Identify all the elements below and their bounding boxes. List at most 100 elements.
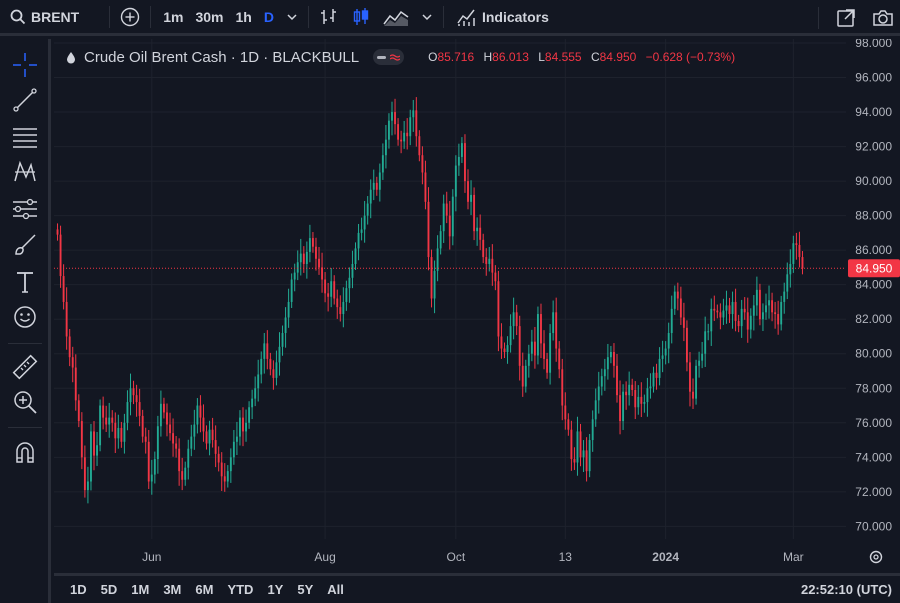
candle-body[interactable] xyxy=(229,457,232,472)
candle-body[interactable] xyxy=(652,372,655,387)
candle-body[interactable] xyxy=(570,429,573,460)
candle-body[interactable] xyxy=(169,424,171,434)
candle-body[interactable] xyxy=(464,143,466,182)
candle-body[interactable] xyxy=(479,227,482,240)
candle-body[interactable] xyxy=(692,391,694,399)
candle-body[interactable] xyxy=(524,365,527,387)
candle-body[interactable] xyxy=(220,462,223,477)
candle-body[interactable] xyxy=(588,440,591,472)
candle-body[interactable] xyxy=(163,403,165,413)
magnet-tool[interactable] xyxy=(11,438,39,466)
candle-body[interactable] xyxy=(138,402,141,416)
candle-body[interactable] xyxy=(184,467,187,480)
text-tool[interactable] xyxy=(11,268,39,296)
candle-body[interactable] xyxy=(737,320,740,327)
candle-body[interactable] xyxy=(248,407,251,423)
candle-body[interactable] xyxy=(609,352,612,358)
candle-body[interactable] xyxy=(600,376,603,387)
trend-line-tool[interactable] xyxy=(11,86,39,114)
candle-body[interactable] xyxy=(388,120,390,140)
candle-body[interactable] xyxy=(436,248,439,271)
chart-style-dropdown[interactable] xyxy=(415,0,439,35)
candle-body[interactable] xyxy=(716,310,719,313)
candle-body[interactable] xyxy=(740,308,743,327)
candle-body[interactable] xyxy=(579,431,582,458)
candle-body[interactable] xyxy=(613,352,615,366)
candle-body[interactable] xyxy=(108,417,111,425)
candle-body[interactable] xyxy=(333,281,336,299)
fullscreen-button[interactable] xyxy=(836,0,856,36)
candle-body[interactable] xyxy=(780,301,783,325)
candle-body[interactable] xyxy=(339,307,342,315)
candle-body[interactable] xyxy=(144,436,147,442)
candle-body[interactable] xyxy=(172,433,175,444)
candle-body[interactable] xyxy=(80,421,83,458)
candle-body[interactable] xyxy=(254,388,257,399)
candle-body[interactable] xyxy=(704,331,707,354)
candle-body[interactable] xyxy=(120,427,123,442)
candle-body[interactable] xyxy=(485,257,488,264)
candle-body[interactable] xyxy=(242,417,244,432)
candle-body[interactable] xyxy=(232,441,235,458)
candle-body[interactable] xyxy=(497,281,500,337)
candle-body[interactable] xyxy=(290,279,293,302)
interval-30m[interactable]: 30m xyxy=(189,0,229,35)
candle-body[interactable] xyxy=(321,267,323,280)
candle-body[interactable] xyxy=(257,374,260,389)
candle-body[interactable] xyxy=(540,314,542,344)
candle-body[interactable] xyxy=(445,203,448,216)
candle-body[interactable] xyxy=(713,308,716,311)
candle-body[interactable] xyxy=(491,258,494,273)
candle-body[interactable] xyxy=(549,333,552,373)
candle-body[interactable] xyxy=(719,312,722,318)
candle-body[interactable] xyxy=(710,308,713,332)
candle-body[interactable] xyxy=(175,443,178,449)
candle-body[interactable] xyxy=(643,402,646,404)
candle-body[interactable] xyxy=(655,372,658,378)
candle-body[interactable] xyxy=(211,429,214,441)
candle-body[interactable] xyxy=(90,431,92,482)
candle-body[interactable] xyxy=(616,365,618,396)
candle-body[interactable] xyxy=(749,315,752,330)
fib-retracement-tool[interactable] xyxy=(11,123,39,151)
utc-clock[interactable]: 22:52:10 (UTC) xyxy=(801,582,892,597)
candle-body[interactable] xyxy=(311,238,314,247)
candle-body[interactable] xyxy=(132,388,135,396)
candle-body[interactable] xyxy=(758,289,761,320)
candle-body[interactable] xyxy=(336,298,339,308)
candle-body[interactable] xyxy=(473,194,476,232)
candle-body[interactable] xyxy=(512,312,515,327)
candle-body[interactable] xyxy=(701,353,704,361)
candle-body[interactable] xyxy=(159,403,162,427)
candle-body[interactable] xyxy=(695,365,697,399)
candle-body[interactable] xyxy=(327,293,330,297)
candle-body[interactable] xyxy=(582,450,585,458)
screenshot-button[interactable] xyxy=(872,0,894,36)
candle-body[interactable] xyxy=(500,336,503,349)
candle-body[interactable] xyxy=(223,476,226,482)
candle-body[interactable] xyxy=(217,453,220,463)
interval-1h[interactable]: 1h xyxy=(230,0,258,35)
candle-body[interactable] xyxy=(543,343,545,359)
candle-body[interactable] xyxy=(166,412,168,425)
range-all[interactable]: All xyxy=(320,582,351,597)
candle-body[interactable] xyxy=(634,389,637,408)
candle-body[interactable] xyxy=(424,172,427,202)
candle-body[interactable] xyxy=(646,388,649,403)
candle-body[interactable] xyxy=(685,327,688,363)
candle-body[interactable] xyxy=(774,312,777,315)
range-1d[interactable]: 1D xyxy=(63,582,94,597)
candle-body[interactable] xyxy=(777,314,780,325)
candle-body[interactable] xyxy=(251,398,254,408)
candle-body[interactable] xyxy=(181,471,184,480)
candle-body[interactable] xyxy=(698,360,701,366)
candle-body[interactable] xyxy=(260,358,263,375)
area-style-button[interactable] xyxy=(377,0,415,35)
candle-body[interactable] xyxy=(308,238,311,252)
candle-body[interactable] xyxy=(275,362,278,378)
candle-body[interactable] xyxy=(673,291,676,309)
symbol-search[interactable]: BRENT xyxy=(0,0,85,35)
candle-body[interactable] xyxy=(509,326,512,346)
candle-body[interactable] xyxy=(555,312,558,349)
candle-body[interactable] xyxy=(296,262,299,273)
